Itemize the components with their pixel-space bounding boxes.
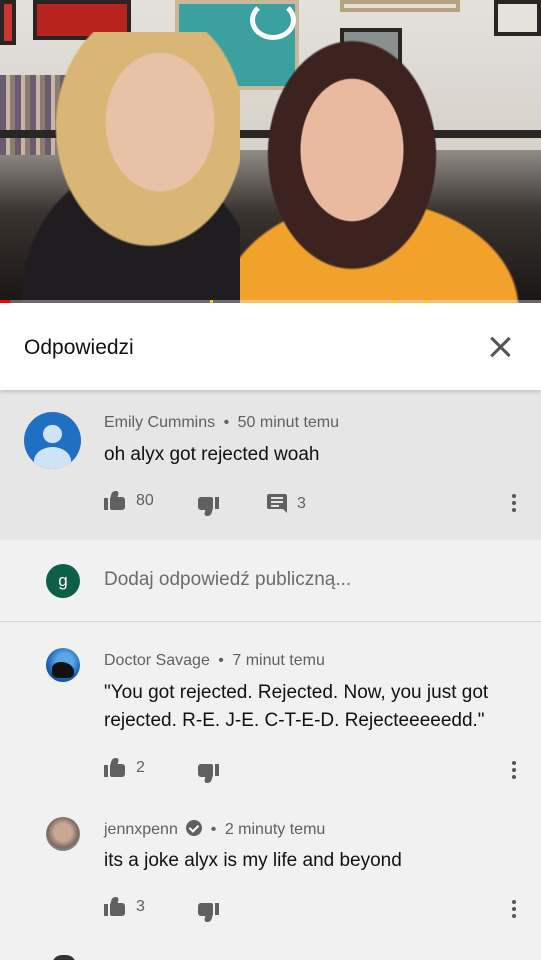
comment-text: oh alyx got rejected woah [104, 444, 320, 465]
comment-time: 50 minut temu [237, 414, 340, 431]
verified-badge-icon [186, 820, 203, 836]
comment-bubble-icon [267, 494, 287, 513]
comment-text: its a joke alyx is my life and beyond [104, 850, 402, 871]
parent-comment: Emily Cummins • 50 minut temu oh alyx go… [0, 390, 541, 540]
like-button[interactable]: 2 [104, 758, 145, 778]
comment-text: "You got rejected. Rejected. Now, you ju… [104, 679, 524, 735]
reply-count: 3 [297, 494, 306, 512]
comment-text-line: "You got rejected. Rejected. Now, you ju… [104, 682, 489, 703]
dislike-button[interactable] [197, 763, 219, 783]
video-player[interactable] [0, 0, 541, 303]
comment-author[interactable]: jennxpenn [104, 821, 178, 838]
like-count: 3 [136, 898, 145, 915]
comment-time: 2 minuty temu [224, 821, 326, 838]
comment-author[interactable]: Emily Cummins [104, 414, 215, 431]
comment-time: 7 minut temu [232, 652, 325, 669]
like-count: 80 [136, 492, 154, 509]
avatar[interactable] [46, 648, 80, 682]
like-button[interactable]: 80 [104, 491, 154, 511]
comment-text-line: rejected. R-E. J-E. C-T-E-D. Rejecteeeee… [104, 710, 485, 731]
wolf-icon [52, 662, 74, 678]
comment-meta: jennxpenn • 2 minuty temu [104, 820, 325, 839]
thumbs-up-icon [104, 758, 126, 778]
video-person-right [240, 40, 540, 303]
replies-header: Odpowiedzi [0, 303, 541, 390]
wall-picture [494, 0, 541, 36]
wall-picture [340, 0, 460, 12]
like-count: 2 [136, 759, 145, 776]
avatar: g [46, 564, 80, 598]
thumbs-down-icon [197, 496, 219, 516]
avatar[interactable] [52, 955, 76, 960]
like-button[interactable]: 3 [104, 897, 145, 917]
close-icon[interactable] [485, 332, 515, 362]
loading-spinner-icon [250, 0, 296, 40]
comment-meta: Emily Cummins • 50 minut temu [104, 414, 339, 432]
avatar[interactable] [46, 817, 80, 851]
thumbs-up-icon [104, 491, 126, 511]
more-options-icon[interactable] [511, 761, 517, 781]
more-options-icon[interactable] [511, 900, 517, 920]
default-avatar-body [33, 447, 72, 469]
meta-separator: • [218, 652, 224, 669]
comment-author[interactable]: Doctor Savage [104, 652, 210, 669]
add-reply-input[interactable]: Dodaj odpowiedź publiczną... [104, 569, 351, 591]
meta-separator: • [210, 821, 217, 838]
dislike-button[interactable] [197, 496, 219, 516]
add-reply-row[interactable]: g Dodaj odpowiedź publiczną... [0, 540, 541, 622]
thumbs-down-icon [197, 763, 219, 783]
video-person-left [20, 32, 240, 303]
avatar[interactable] [24, 412, 81, 469]
dislike-button[interactable] [197, 902, 219, 922]
thumbs-down-icon [197, 902, 219, 922]
wall-picture [0, 0, 16, 45]
more-options-icon[interactable] [511, 494, 517, 514]
thumbs-up-icon [104, 897, 126, 917]
default-avatar-head [43, 424, 62, 443]
meta-separator: • [223, 414, 230, 431]
reply-count-button[interactable]: 3 [267, 494, 306, 513]
comment-meta: Doctor Savage • 7 minut temu [104, 652, 325, 670]
replies-title: Odpowiedzi [24, 336, 134, 359]
